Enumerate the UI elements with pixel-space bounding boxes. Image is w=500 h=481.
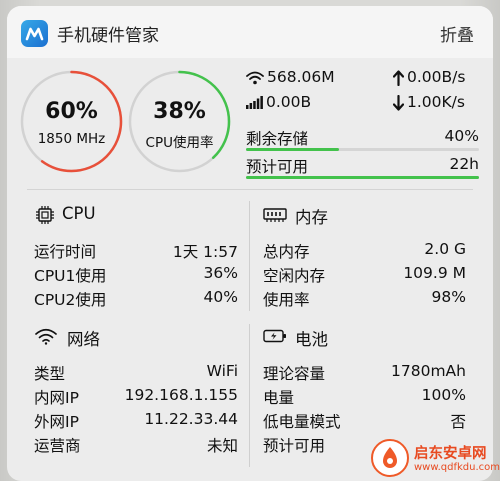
total-memory-value: 2.0 G (424, 240, 466, 258)
divider (27, 189, 473, 190)
remaining-storage-value: 40% (444, 127, 479, 145)
memory-section-title: 内存 (295, 208, 328, 227)
local-ip-value: 192.168.1.155 (124, 386, 238, 404)
cpu2-usage-value: 40% (203, 288, 238, 306)
arrow-down-icon (393, 94, 404, 111)
estimated-usage-value: 22h (449, 155, 479, 173)
widget-header: 手机硬件管家 折叠 (7, 6, 493, 58)
cellular-signal-icon (246, 96, 263, 109)
fold-button[interactable]: 折叠 (440, 21, 474, 46)
site-watermark: 启东安卓网 www.qdfkdu.com (366, 436, 500, 481)
cpu1-usage-value: 36% (203, 264, 238, 282)
cpu2-usage-label: CPU2使用 (34, 291, 107, 309)
cpu-frequency-mhz: 1850 MHz (37, 131, 106, 147)
app-logo-icon (21, 20, 48, 47)
cpu-usage-label: CPU使用率 (145, 135, 214, 151)
download-speed: 1.00K/s (393, 93, 465, 111)
watermark-logo-icon (371, 439, 409, 477)
column-divider (249, 201, 250, 311)
cpu-uptime-value: 1天 1:57 (172, 243, 238, 261)
estimated-usage-bar (246, 176, 479, 179)
total-memory-label: 总内存 (263, 243, 310, 261)
remaining-storage-bar (246, 148, 479, 151)
memory-usage-value: 98% (431, 288, 466, 306)
cpu-section-title: CPU (62, 204, 96, 223)
arrow-up-icon (393, 69, 404, 86)
upload-speed-value: 0.00B/s (407, 68, 466, 86)
remaining-storage-bar-fill (246, 148, 340, 151)
estimated-usage-label: 预计可用 (246, 158, 309, 176)
app-title: 手机硬件管家 (57, 26, 159, 46)
battery-capacity-value: 1780mAh (391, 362, 466, 380)
public-ip-label: 外网IP (34, 413, 79, 431)
estimated-usage-bar-fill (246, 176, 479, 179)
battery-capacity-label: 理论容量 (263, 365, 326, 383)
memory-ram-icon (263, 208, 287, 222)
wifi-icon (246, 71, 264, 84)
wifi-traffic: 568.06M (246, 68, 335, 86)
cellular-traffic: 0.00B (246, 93, 311, 111)
column-divider (249, 324, 250, 467)
battery-level-label: 电量 (263, 389, 295, 407)
cellular-traffic-value: 0.00B (266, 93, 312, 111)
carrier-label: 运营商 (34, 437, 81, 455)
carrier-value: 未知 (206, 437, 238, 455)
cpu1-usage-label: CPU1使用 (34, 267, 107, 285)
free-memory-value: 109.9 M (403, 264, 466, 282)
memory-usage-label: 使用率 (263, 291, 310, 309)
low-power-mode-label: 低电量模式 (263, 413, 341, 431)
battery-level-value: 100% (421, 386, 466, 404)
network-type-label: 类型 (34, 365, 66, 383)
network-section-title: 网络 (67, 330, 100, 349)
cpu-frequency-gauge: 60% 1850 MHz (20, 70, 123, 173)
upload-speed: 0.00B/s (393, 68, 465, 86)
public-ip-value: 11.22.33.44 (144, 410, 238, 428)
wifi-icon (35, 328, 57, 345)
cpu-frequency-percent: 60% (45, 99, 98, 124)
network-type-value: WiFi (206, 362, 238, 380)
watermark-site-name: 启东安卓网 (414, 446, 487, 462)
remaining-storage-label: 剩余存储 (246, 130, 309, 148)
cpu-usage-gauge: 38% CPU使用率 (128, 70, 231, 173)
cpu-uptime-label: 运行时间 (34, 243, 97, 261)
wifi-traffic-value: 568.06M (267, 68, 335, 86)
battery-estimate-label: 预计可用 (263, 437, 326, 455)
watermark-site-url: www.qdfkdu.com (414, 462, 500, 473)
free-memory-label: 空闲内存 (263, 267, 326, 285)
download-speed-value: 1.00K/s (407, 93, 465, 111)
battery-charging-icon (263, 329, 286, 343)
local-ip-label: 内网IP (34, 389, 79, 407)
hardware-widget: 手机硬件管家 折叠 60% 1850 MHz 38% CPU使用率 568.06… (7, 6, 493, 481)
cpu-chip-icon (36, 206, 54, 224)
cpu-usage-percent: 38% (153, 99, 206, 124)
low-power-mode-value: 否 (450, 413, 466, 431)
battery-section-title: 电池 (295, 330, 328, 349)
